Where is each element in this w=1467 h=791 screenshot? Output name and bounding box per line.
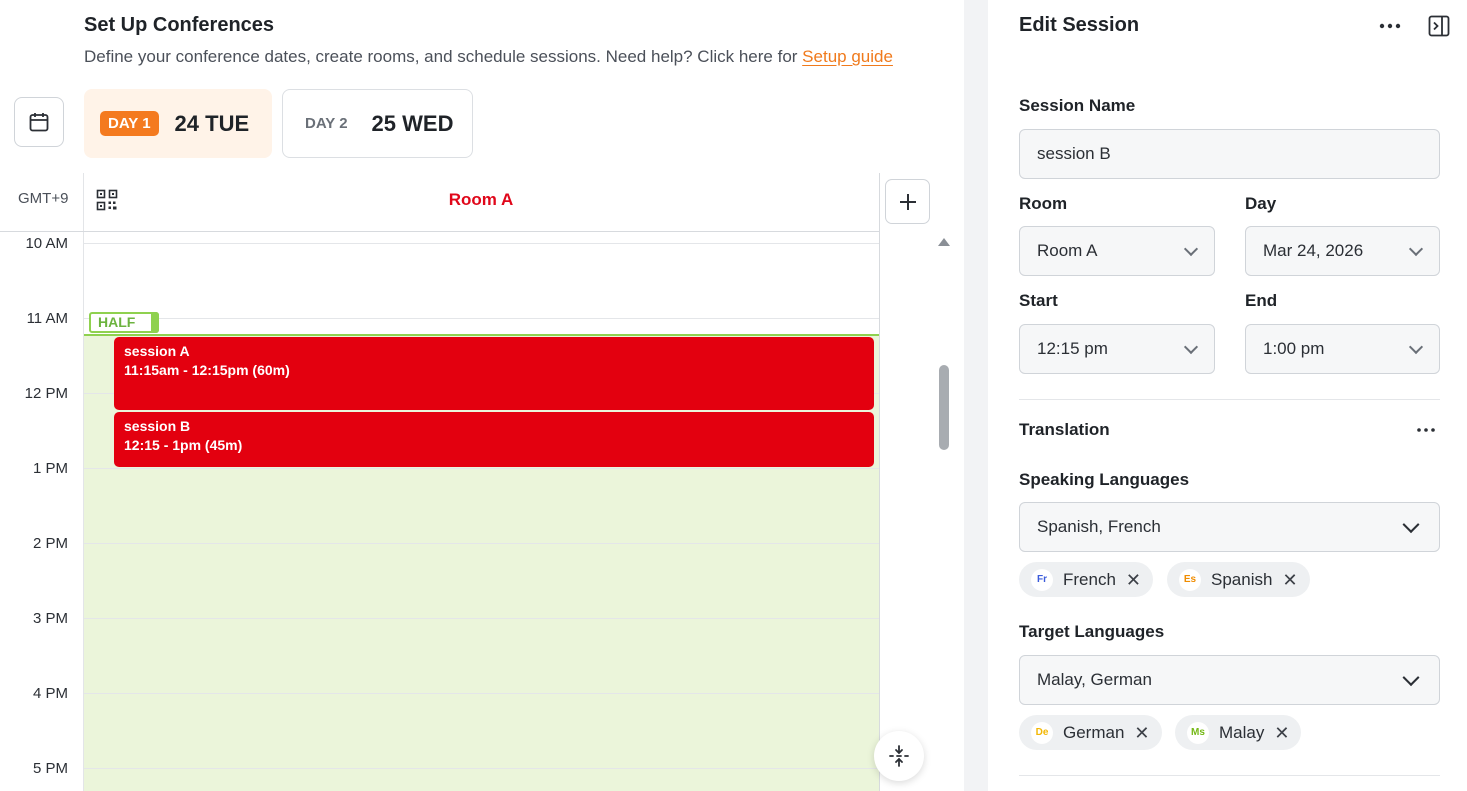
close-icon[interactable]: ✕: [1126, 571, 1141, 589]
hour-line: [84, 543, 879, 544]
session-time: 12:15 - 1pm (45m): [124, 437, 243, 453]
session-name-input[interactable]: session B: [1019, 129, 1440, 179]
chevron-down-icon: [1402, 669, 1420, 687]
day-1-badge: DAY 1: [100, 111, 159, 136]
chevron-down-icon: [1183, 241, 1199, 257]
end-time-select[interactable]: 1:00 pm: [1245, 324, 1440, 374]
language-code: Es: [1179, 568, 1201, 591]
session-card[interactable]: session A 11:15am - 12:15pm (60m): [114, 337, 874, 410]
calendar-icon: [29, 113, 49, 132]
section-divider: [1019, 775, 1440, 776]
session-name: session B: [124, 418, 191, 434]
language-name: Spanish: [1211, 569, 1273, 589]
room-header[interactable]: Room A: [84, 190, 878, 210]
half-day-badge[interactable]: HALF: [89, 312, 159, 333]
start-time-select[interactable]: 12:15 pm: [1019, 324, 1215, 374]
start-label: Start: [1019, 291, 1058, 310]
day-2-badge: DAY 2: [305, 115, 348, 132]
calendar-button[interactable]: [14, 97, 64, 147]
close-icon[interactable]: ✕: [1274, 724, 1289, 742]
compress-icon: [889, 745, 909, 767]
day-label: Day: [1245, 194, 1277, 213]
room-column-divider: [879, 173, 880, 791]
chevron-down-icon: [1408, 241, 1424, 257]
language-code: Fr: [1031, 568, 1053, 591]
speaking-languages-label: Speaking Languages: [1019, 470, 1190, 489]
scroll-up-arrow[interactable]: [938, 238, 950, 246]
close-icon[interactable]: ✕: [1282, 571, 1297, 589]
language-name: Malay: [1219, 722, 1265, 742]
hour-line: [84, 468, 879, 469]
language-chip-spanish: Es Spanish ✕: [1167, 562, 1310, 597]
session-name-label: Session Name: [1019, 96, 1136, 115]
end-label: End: [1245, 291, 1278, 310]
chevron-down-icon: [1183, 339, 1199, 355]
more-icon[interactable]: [1416, 423, 1436, 437]
collapse-panel-icon[interactable]: [1428, 15, 1450, 37]
language-code: Ms: [1187, 721, 1209, 744]
hour-line: [84, 768, 879, 769]
scrollbar-thumb[interactable]: [939, 365, 949, 450]
hour-label: 5 PM: [32, 760, 68, 777]
plus-icon: [899, 193, 916, 210]
section-divider: [1019, 399, 1440, 400]
hour-label: 10 AM: [25, 235, 68, 252]
language-chip-french: Fr French ✕: [1019, 562, 1154, 597]
target-languages-select[interactable]: Malay, German: [1019, 655, 1440, 705]
schedule-grid[interactable]: [84, 232, 879, 791]
add-room-button[interactable]: [885, 179, 930, 224]
speaking-languages-select[interactable]: Spanish, French: [1019, 502, 1440, 552]
close-icon[interactable]: ✕: [1134, 724, 1149, 742]
hour-label: 12 PM: [24, 385, 68, 402]
panel-gutter: [964, 0, 988, 791]
tab-day-2[interactable]: DAY 2 25 WED: [282, 89, 473, 158]
day-2-date: 25 WED: [371, 110, 454, 136]
hour-label: 11 AM: [26, 310, 68, 327]
day-1-date: 24 TUE: [174, 110, 250, 136]
session-time: 11:15am - 12:15pm (60m): [124, 362, 290, 378]
hour-line: [84, 618, 879, 619]
tab-day-1[interactable]: DAY 1 24 TUE: [84, 89, 272, 158]
hour-line: [84, 693, 879, 694]
session-card[interactable]: session B 12:15 - 1pm (45m): [114, 412, 874, 467]
hour-label: 1 PM: [32, 460, 68, 477]
timezone-label: GMT+9: [18, 190, 69, 207]
translation-heading: Translation: [1019, 420, 1110, 439]
target-languages-label: Target Languages: [1019, 622, 1165, 641]
page-title: Set Up Conferences: [84, 14, 275, 36]
panel-title: Edit Session: [1019, 14, 1140, 36]
session-name: session A: [124, 343, 190, 359]
setup-guide-link[interactable]: Setup guide: [802, 47, 893, 66]
hour-line: [84, 318, 879, 319]
edit-session-panel: Edit Session Session Name session B Room…: [988, 0, 1467, 791]
hour-line: [84, 243, 879, 244]
compress-view-button[interactable]: [874, 731, 924, 781]
language-chip-malay: Ms Malay ✕: [1175, 715, 1302, 750]
chevron-down-icon: [1408, 339, 1424, 355]
qr-code-icon[interactable]: [96, 189, 118, 211]
day-select[interactable]: Mar 24, 2026: [1245, 226, 1440, 276]
language-chip-german: De German ✕: [1019, 715, 1162, 750]
hour-label: 4 PM: [32, 685, 68, 702]
language-name: German: [1063, 722, 1125, 742]
half-day-marker-line: [84, 334, 879, 336]
language-name: French: [1063, 569, 1116, 589]
room-label: Room: [1019, 194, 1068, 213]
chevron-down-icon: [1402, 516, 1420, 534]
more-icon[interactable]: [1378, 16, 1402, 36]
language-code: De: [1031, 721, 1053, 744]
room-select[interactable]: Room A: [1019, 226, 1215, 276]
hour-label: 2 PM: [32, 535, 68, 552]
schedule-panel: Set Up Conferences Define your conferenc…: [0, 0, 964, 791]
page-subtitle: Define your conference dates, create roo…: [84, 47, 893, 66]
hour-label: 3 PM: [32, 610, 68, 627]
